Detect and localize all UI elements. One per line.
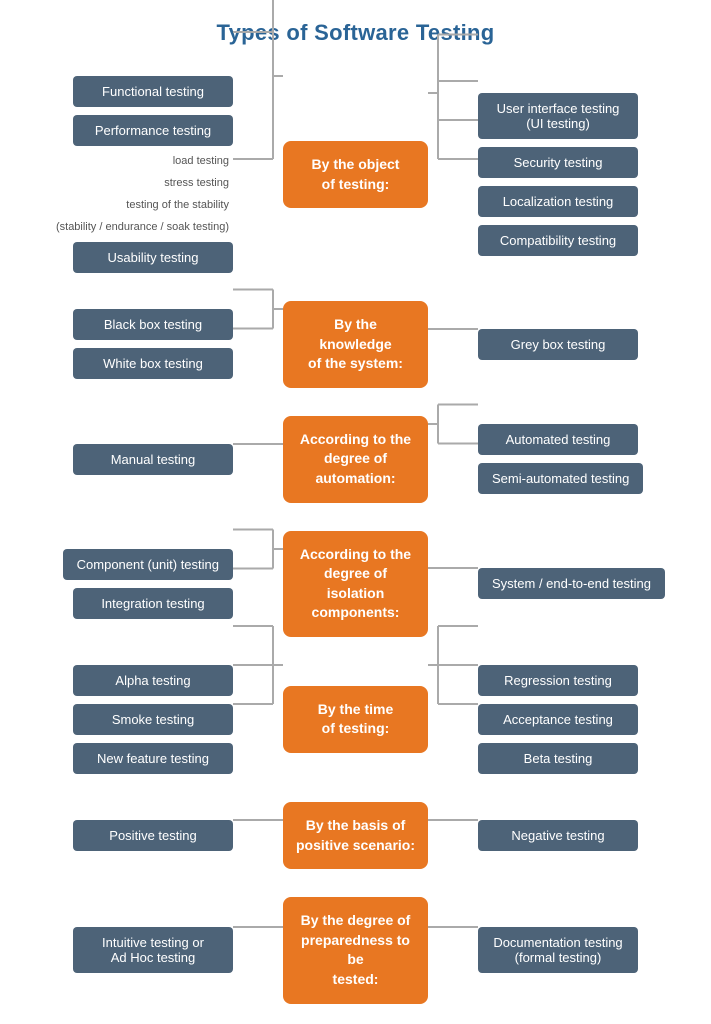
right-connector — [428, 820, 478, 851]
left-svg-0 — [233, 76, 283, 273]
left-svg-2 — [233, 444, 283, 475]
center-box-0: By the object of testing: — [283, 141, 428, 208]
left-node-2-0: Manual testing — [73, 444, 233, 475]
right-node-3-0: System / end-to-end testing — [478, 568, 665, 599]
right-node-4-1: Acceptance testing — [478, 704, 638, 735]
left-node-3-0: Component (unit) testing — [63, 549, 233, 580]
right-connector — [428, 329, 478, 360]
left-connector — [233, 927, 283, 973]
left-svg-4 — [233, 665, 283, 774]
right-node-2-0: Automated testing — [478, 424, 638, 455]
left-connector — [233, 444, 283, 475]
right-node-4-0: Regression testing — [478, 665, 638, 696]
left-connector — [233, 76, 283, 273]
left-node-4-1: Smoke testing — [73, 704, 233, 735]
right-connector — [428, 568, 478, 599]
section-section6: Positive testing By the basis of positive… — [10, 802, 701, 869]
left-connector — [233, 549, 283, 619]
right-node-4-2: Beta testing — [478, 743, 638, 774]
center-box-2: According to the degree of automation: — [283, 416, 428, 503]
section-section1: Functional testing Performance testing loa… — [10, 76, 701, 273]
right-svg-1 — [428, 329, 478, 360]
left-nodes: Functional testing Performance testing loa… — [23, 76, 233, 273]
left-svg-6 — [233, 927, 283, 973]
right-svg-6 — [428, 927, 478, 973]
diagram: Functional testing Performance testing loa… — [10, 76, 701, 1004]
left-node-0-5: (stability / endurance / soak testing) — [52, 220, 233, 234]
left-node-1-0: Black box testing — [73, 309, 233, 340]
right-connector — [428, 424, 478, 494]
right-node-5-0: Negative testing — [478, 820, 638, 851]
left-node-0-3: stress testing — [160, 176, 233, 190]
left-node-4-2: New feature testing — [73, 743, 233, 774]
left-node-4-0: Alpha testing — [73, 665, 233, 696]
center-box-6: By the degree of preparedness to be test… — [283, 897, 428, 1003]
left-svg-5 — [233, 820, 283, 851]
right-node-0-1: Security testing — [478, 147, 638, 178]
left-connector — [233, 820, 283, 851]
left-node-0-2: load testing — [169, 154, 233, 168]
center-box-1: By the knowledge of the system: — [283, 301, 428, 388]
left-node-5-0: Positive testing — [73, 820, 233, 851]
right-node-0-3: Compatibility testing — [478, 225, 638, 256]
right-node-2-1: Semi-automated testing — [478, 463, 643, 494]
left-nodes: Black box testing White box testing — [23, 309, 233, 379]
right-nodes: System / end-to-end testing — [478, 568, 688, 599]
right-svg-4 — [428, 665, 478, 774]
left-node-3-1: Integration testing — [73, 588, 233, 619]
right-svg-5 — [428, 820, 478, 851]
right-svg-0 — [428, 93, 478, 256]
left-svg-1 — [233, 309, 283, 379]
center-box-5: By the basis of positive scenario: — [283, 802, 428, 869]
left-node-0-4: testing of the stability — [122, 198, 233, 212]
page-title: Types of Software Testing — [10, 20, 701, 46]
right-nodes: Documentation testing (formal testing) — [478, 927, 688, 973]
center-box-4: By the time of testing: — [283, 686, 428, 753]
right-node-1-0: Grey box testing — [478, 329, 638, 360]
right-svg-2 — [428, 424, 478, 494]
left-nodes: Intuitive testing or Ad Hoc testing — [23, 927, 233, 973]
right-nodes: Negative testing — [478, 820, 688, 851]
left-svg-3 — [233, 549, 283, 619]
right-node-0-0: User interface testing (UI testing) — [478, 93, 638, 139]
left-connector — [233, 665, 283, 774]
section-section5: Alpha testing Smoke testing New feature te… — [10, 665, 701, 774]
left-node-0-6: Usability testing — [73, 242, 233, 273]
left-connector — [233, 309, 283, 379]
right-connector — [428, 927, 478, 973]
section-section7: Intuitive testing or Ad Hoc testing By th… — [10, 897, 701, 1003]
right-nodes: Regression testing Acceptance testing Beta… — [478, 665, 688, 774]
right-connector — [428, 665, 478, 774]
left-node-6-0: Intuitive testing or Ad Hoc testing — [73, 927, 233, 973]
right-nodes: Grey box testing — [478, 329, 688, 360]
right-connector — [428, 93, 478, 256]
left-nodes: Component (unit) testing Integration test… — [23, 549, 233, 619]
section-section4: Component (unit) testing Integration test… — [10, 531, 701, 637]
right-svg-3 — [428, 568, 478, 599]
left-nodes: Manual testing — [23, 444, 233, 475]
section-section2: Black box testing White box testing By the… — [10, 301, 701, 388]
right-nodes: User interface testing (UI testing) Secur… — [478, 93, 688, 256]
right-node-0-2: Localization testing — [478, 186, 638, 217]
right-nodes: Automated testing Semi-automated testing — [478, 424, 688, 494]
left-node-0-0: Functional testing — [73, 76, 233, 107]
left-node-0-1: Performance testing — [73, 115, 233, 146]
section-section3: Manual testing According to the degree of… — [10, 416, 701, 503]
right-node-6-0: Documentation testing (formal testing) — [478, 927, 638, 973]
center-box-3: According to the degree of isolation com… — [283, 531, 428, 637]
left-nodes: Positive testing — [23, 820, 233, 851]
left-node-1-1: White box testing — [73, 348, 233, 379]
left-nodes: Alpha testing Smoke testing New feature te… — [23, 665, 233, 774]
